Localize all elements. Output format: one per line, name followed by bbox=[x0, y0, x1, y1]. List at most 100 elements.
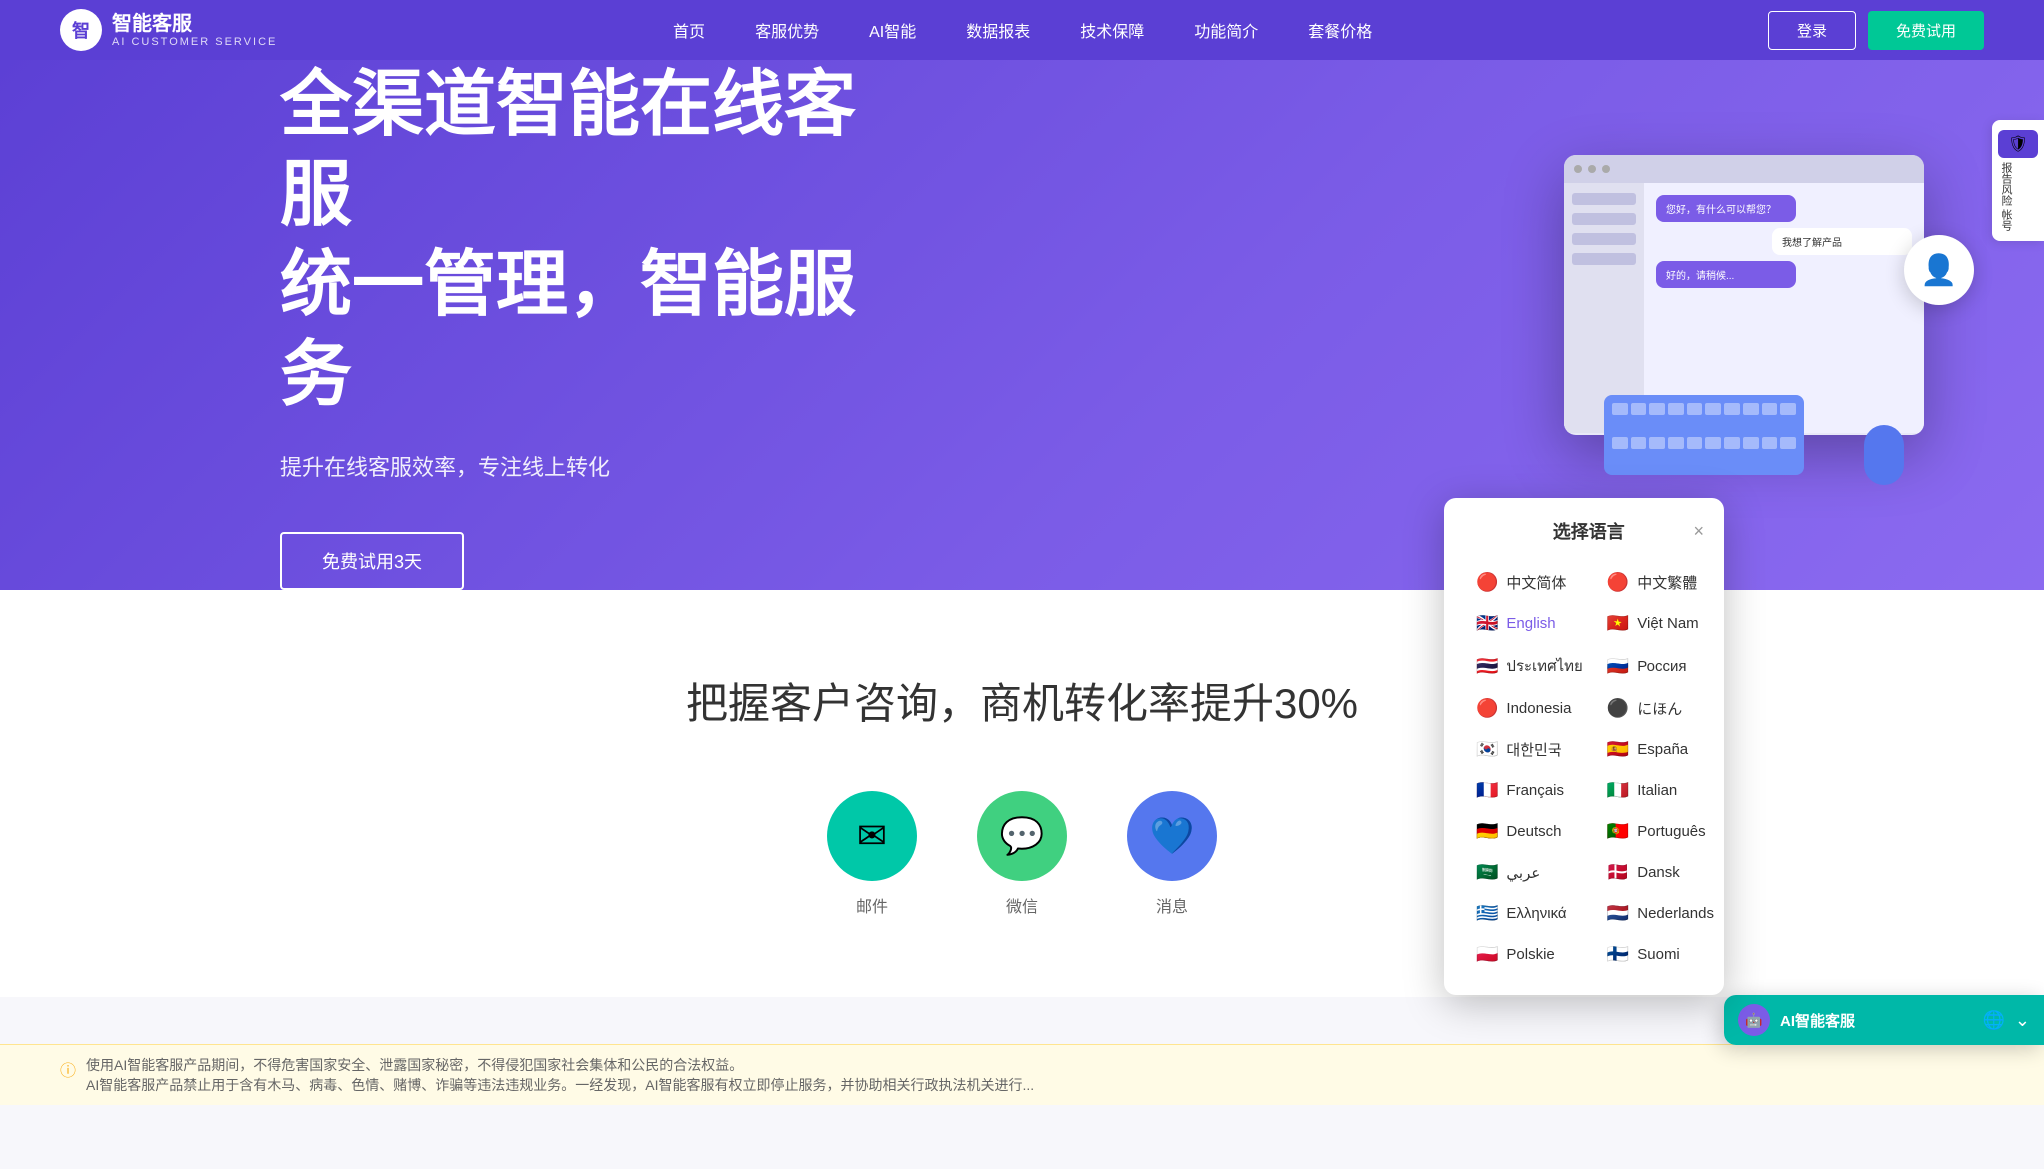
nav-link-home[interactable]: 首页 bbox=[673, 18, 705, 42]
nav-link-pricing[interactable]: 套餐价格 bbox=[1308, 18, 1372, 42]
chat-header: 🤖 AI智能客服 🌐 ⌄ bbox=[1724, 995, 2044, 1045]
lang-item-german[interactable]: 🇩🇪 Deutsch bbox=[1464, 811, 1595, 852]
lang-item-finnish[interactable]: 🇫🇮 Suomi bbox=[1595, 934, 1726, 975]
lang-item-polish[interactable]: 🇵🇱 Polskie bbox=[1464, 934, 1595, 975]
flag-japan: ⚫ bbox=[1607, 698, 1629, 719]
flag-spain: 🇪🇸 bbox=[1607, 739, 1629, 760]
flag-english: 🇬🇧 bbox=[1476, 613, 1498, 634]
lang-item-french[interactable]: 🇫🇷 Français bbox=[1464, 770, 1595, 811]
lang-close-button[interactable]: × bbox=[1693, 521, 1704, 542]
hero-subtitle: 提升在线客服效率，专注线上转化 bbox=[280, 450, 880, 482]
flag-cn-simplified: 🔴 bbox=[1476, 572, 1498, 593]
notification-icon: ⓘ bbox=[60, 1057, 76, 1081]
flag-arabic: 🇸🇦 bbox=[1476, 862, 1498, 883]
logo-icon: 智 bbox=[60, 9, 102, 51]
lang-item-spain[interactable]: 🇪🇸 España bbox=[1595, 729, 1726, 770]
lang-item-vietnam[interactable]: 🇻🇳 Việt Nam bbox=[1595, 603, 1726, 644]
lang-item-portuguese[interactable]: 🇵🇹 Português bbox=[1595, 811, 1726, 852]
icon-message: 💙 消息 bbox=[1127, 791, 1217, 917]
hero-title-line1: 全渠道智能在线客服 bbox=[280, 60, 880, 240]
chat-widget: 🤖 AI智能客服 🌐 ⌄ bbox=[1724, 995, 2044, 1045]
logo-subtitle: AI CUSTOMER SERVICE bbox=[112, 36, 277, 48]
nav-link-advantage[interactable]: 客服优势 bbox=[755, 18, 819, 42]
nav-link-ai[interactable]: AI智能 bbox=[869, 18, 916, 42]
browser-dot-green bbox=[1602, 165, 1610, 173]
logo-title: 智能客服 bbox=[112, 12, 277, 36]
lang-label-dutch: Nederlands bbox=[1637, 905, 1714, 922]
notification-bar: ⓘ 使用AI智能客服产品期间，不得危害国家安全、泄露国家秘密，不得侵犯国家社会集… bbox=[0, 1044, 2044, 1105]
lang-item-japan[interactable]: ⚫ にほん bbox=[1595, 688, 1726, 729]
lang-item-dutch[interactable]: 🇳🇱 Nederlands bbox=[1595, 893, 1726, 934]
lang-item-thai[interactable]: 🇹🇭 ประเทศไทย bbox=[1464, 644, 1595, 688]
message-label: 消息 bbox=[1156, 893, 1188, 917]
email-label: 邮件 bbox=[856, 893, 888, 917]
report-badge: 🛡 bbox=[1998, 130, 2038, 158]
flag-vietnam: 🇻🇳 bbox=[1607, 613, 1629, 634]
lang-label-arabic: عربي bbox=[1506, 864, 1540, 882]
lang-label-portuguese: Português bbox=[1637, 823, 1705, 840]
mouse-illustration bbox=[1864, 425, 1904, 485]
hero-illustration: 您好，有什么可以帮您？ 我想了解产品 好的，请稍候... 👤 bbox=[1544, 115, 1944, 535]
nav-actions: 登录 免费试用 bbox=[1768, 11, 1984, 50]
free-trial-hero-button[interactable]: 免费试用3天 bbox=[280, 532, 464, 590]
lang-modal-title: 选择语言 bbox=[1484, 518, 1693, 544]
flag-french: 🇫🇷 bbox=[1476, 780, 1498, 801]
flag-dutch: 🇳🇱 bbox=[1607, 903, 1629, 924]
browser-mockup: 您好，有什么可以帮您？ 我想了解产品 好的，请稍候... bbox=[1564, 155, 1924, 435]
lang-item-greek[interactable]: 🇬🇷 Ελληνικά bbox=[1464, 893, 1595, 934]
lang-label-finnish: Suomi bbox=[1637, 946, 1680, 963]
login-button[interactable]: 登录 bbox=[1768, 11, 1856, 50]
flag-german: 🇩🇪 bbox=[1476, 821, 1498, 842]
lang-label-vietnam: Việt Nam bbox=[1637, 615, 1698, 632]
report-label[interactable]: 报告风险 帐号 bbox=[1998, 162, 2014, 231]
lang-label-german: Deutsch bbox=[1506, 823, 1561, 840]
chevron-down-icon[interactable]: ⌄ bbox=[2015, 1010, 2030, 1031]
report-widget: 🛡 报告风险 帐号 bbox=[1992, 120, 2044, 241]
wechat-label: 微信 bbox=[1006, 893, 1038, 917]
icon-email: ✉ 邮件 bbox=[827, 791, 917, 917]
lang-label-traditional: 中文繁體 bbox=[1637, 572, 1697, 593]
email-icon-circle: ✉ bbox=[827, 791, 917, 881]
chat-bubble-3: 好的，请稍候... bbox=[1656, 261, 1796, 288]
chat-bubble-2: 我想了解产品 bbox=[1772, 228, 1912, 255]
lang-item-russia[interactable]: 🇷🇺 Россия bbox=[1595, 644, 1726, 688]
lang-label-french: Français bbox=[1506, 782, 1564, 799]
nav-link-tech[interactable]: 技术保障 bbox=[1080, 18, 1144, 42]
lang-label-thai: ประเทศไทย bbox=[1506, 654, 1582, 678]
lang-item-danish[interactable]: 🇩🇰 Dansk bbox=[1595, 852, 1726, 893]
chat-bubble-1: 您好，有什么可以帮您？ bbox=[1656, 195, 1796, 222]
flag-finnish: 🇫🇮 bbox=[1607, 944, 1629, 965]
nav-links: 首页 客服优势 AI智能 数据报表 技术保障 功能简介 套餐价格 bbox=[673, 18, 1372, 42]
nav-link-data[interactable]: 数据报表 bbox=[966, 18, 1030, 42]
shield-icon: 🛡 bbox=[2008, 134, 2028, 154]
lang-label-italian: Italian bbox=[1637, 782, 1677, 799]
lang-label-danish: Dansk bbox=[1637, 864, 1680, 881]
flag-portuguese: 🇵🇹 bbox=[1607, 821, 1629, 842]
lang-modal-header: 选择语言 × bbox=[1464, 518, 1704, 544]
lang-item-arabic[interactable]: 🇸🇦 عربي bbox=[1464, 852, 1595, 893]
lang-label-korea: 대한민국 bbox=[1506, 739, 1561, 760]
lang-label-russia: Россия bbox=[1637, 658, 1686, 675]
lang-item-korea[interactable]: 🇰🇷 대한민국 bbox=[1464, 729, 1595, 770]
globe-icon[interactable]: 🌐 bbox=[1982, 1010, 2004, 1031]
logo: 智 智能客服 AI CUSTOMER SERVICE bbox=[60, 9, 277, 51]
nav-link-features[interactable]: 功能简介 bbox=[1194, 18, 1258, 42]
lang-label-simplified: 中文简体 bbox=[1506, 572, 1566, 593]
flag-greek: 🇬🇷 bbox=[1476, 903, 1498, 924]
lang-item-traditional[interactable]: 🔴 中文繁體 bbox=[1595, 562, 1726, 603]
flag-polish: 🇵🇱 bbox=[1476, 944, 1498, 965]
lang-label-spain: España bbox=[1637, 741, 1688, 758]
browser-dot-yellow bbox=[1588, 165, 1596, 173]
flag-indonesia: 🔴 bbox=[1476, 698, 1498, 719]
lang-label-greek: Ελληνικά bbox=[1506, 905, 1566, 922]
free-trial-nav-button[interactable]: 免费试用 bbox=[1868, 11, 1984, 50]
chat-avatar: 🤖 bbox=[1738, 1004, 1770, 1036]
lang-item-english[interactable]: 🇬🇧 English bbox=[1464, 603, 1595, 644]
lang-item-indonesia[interactable]: 🔴 Indonesia bbox=[1464, 688, 1595, 729]
lang-item-italian[interactable]: 🇮🇹 Italian bbox=[1595, 770, 1726, 811]
hero-title: 全渠道智能在线客服 统一管理，智能服务 bbox=[280, 60, 880, 420]
lang-label-english: English bbox=[1506, 615, 1555, 632]
browser-dot-red bbox=[1574, 165, 1582, 173]
language-modal: 选择语言 × 🔴 中文简体 🔴 中文繁體 🇬🇧 English 🇻🇳 Việt … bbox=[1444, 498, 1724, 995]
lang-item-simplified[interactable]: 🔴 中文简体 bbox=[1464, 562, 1595, 603]
